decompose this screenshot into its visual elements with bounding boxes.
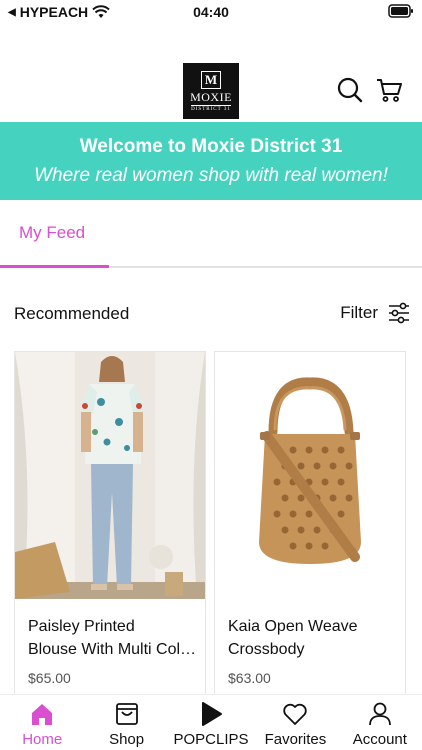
product-name-line2: Blouse With Multi Color Embroidery xyxy=(28,641,198,658)
play-icon xyxy=(202,702,223,726)
welcome-subtitle: Where real women shop with real women! xyxy=(34,165,388,186)
product-image-crossbody[interactable] xyxy=(215,352,405,599)
product-name-line1: Paisley Printed xyxy=(28,618,135,635)
tab-my-feed[interactable]: My Feed xyxy=(0,200,109,266)
status-time: 04:40 xyxy=(193,4,229,20)
nav-account[interactable]: Account xyxy=(338,695,422,750)
welcome-banner: Welcome to Moxie District 31 Where real … xyxy=(0,122,422,200)
bottom-nav: Home Shop POPCLIPS Favorites Account xyxy=(0,694,422,750)
filter-button[interactable]: Filter xyxy=(340,302,410,324)
status-bar: ◀ HYPEACH 04:40 xyxy=(0,0,422,24)
nav-label: POPCLIPS xyxy=(173,731,249,748)
battery-icon xyxy=(388,4,414,21)
shop-icon xyxy=(115,703,138,725)
home-icon xyxy=(32,704,53,725)
product-name-line1: Kaia Open Weave xyxy=(228,618,358,635)
nav-favorites[interactable]: Favorites xyxy=(253,695,337,750)
logo-name: MOXIE xyxy=(190,89,232,104)
nav-label: Shop xyxy=(109,731,145,748)
person-icon xyxy=(368,702,391,726)
product-image-blouse[interactable] xyxy=(15,352,205,599)
filter-label: Filter xyxy=(340,303,378,322)
search-icon[interactable] xyxy=(336,76,364,104)
cart-icon[interactable] xyxy=(375,76,403,104)
feed-tabs: My Feed xyxy=(0,200,422,268)
product-name[interactable]: Paisley Printed Blouse With Multi Color … xyxy=(28,615,198,661)
nav-label: Account xyxy=(352,731,407,748)
sliders-icon xyxy=(389,302,409,324)
nav-label: Favorites xyxy=(264,731,327,748)
section-title: Recommended xyxy=(14,304,130,323)
tab-active-indicator xyxy=(0,265,109,268)
logo-mark: M xyxy=(201,70,221,89)
app-header: M MOXIE DISTRICT 31 xyxy=(0,60,422,120)
product-price: $63.00 xyxy=(228,670,271,686)
nav-shop[interactable]: Shop xyxy=(84,695,168,750)
heart-icon xyxy=(283,703,308,725)
product-price: $65.00 xyxy=(28,670,71,686)
product-card[interactable]: Kaia Open Weave Crossbody $63.00 xyxy=(214,351,406,696)
nav-home[interactable]: Home xyxy=(0,695,84,750)
product-name-line2: Crossbody xyxy=(228,641,305,658)
product-card[interactable]: Paisley Printed Blouse With Multi Color … xyxy=(14,351,206,696)
welcome-title: Welcome to Moxie District 31 xyxy=(79,136,343,157)
logo-subtitle: DISTRICT 31 xyxy=(191,104,231,112)
product-name[interactable]: Kaia Open Weave Crossbody xyxy=(228,615,398,661)
nav-label: Home xyxy=(22,731,63,748)
nav-popclips[interactable]: POPCLIPS xyxy=(169,695,253,750)
brand-logo[interactable]: M MOXIE DISTRICT 31 xyxy=(183,63,239,119)
